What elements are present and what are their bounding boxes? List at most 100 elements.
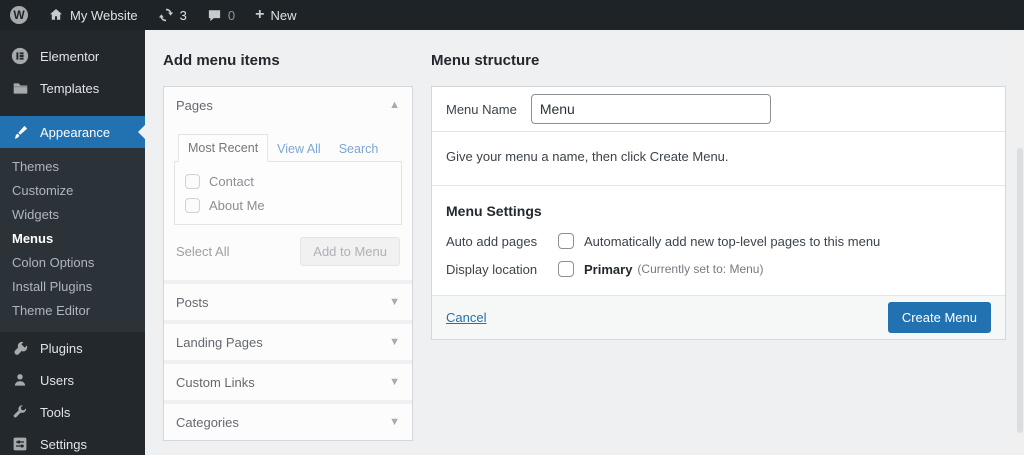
landing-pages-section-label: Landing Pages [176, 334, 263, 350]
home-icon [48, 7, 64, 23]
sidebar-item-label: Tools [40, 404, 71, 420]
sidebar-item-tools[interactable]: Tools [0, 396, 145, 428]
admin-bar: W My Website 3 0 + New [0, 0, 1024, 30]
auto-add-pages-checkbox[interactable] [558, 233, 574, 249]
pages-controls: Select All Add to Menu [174, 225, 402, 280]
submenu-item-install-plugins[interactable]: Install Plugins [0, 275, 145, 299]
menu-structure-panel: Menu Name Give your menu a name, then cl… [431, 86, 1006, 340]
folder-icon [10, 80, 30, 97]
accordion-section-pages: Pages ▲ Most Recent View All Search Cont… [164, 87, 412, 280]
sliders-icon [10, 436, 30, 452]
menu-name-row: Menu Name [432, 87, 1005, 131]
sidebar-item-settings[interactable]: Settings [0, 428, 145, 455]
accordion-section-categories: Categories ▼ [164, 400, 412, 440]
wordpress-logo-icon: W [10, 6, 28, 24]
pages-tabs: Most Recent View All Search [174, 134, 402, 162]
updates-button[interactable]: 3 [148, 0, 197, 30]
accordion-section-custom-links: Custom Links ▼ [164, 360, 412, 400]
sidebar-item-elementor[interactable]: Elementor [0, 40, 145, 72]
content-area: Add menu items Pages ▲ Most Recent View … [145, 30, 1024, 455]
appearance-submenu: Themes Customize Widgets Menus Colon Opt… [0, 148, 145, 332]
sidebar-item-users[interactable]: Users [0, 364, 145, 396]
menu-name-input[interactable] [530, 94, 771, 124]
sidebar-separator [0, 104, 145, 116]
page-item-label: About Me [209, 198, 265, 213]
new-content-button[interactable]: + New [245, 0, 306, 30]
menu-name-label: Menu Name [446, 101, 517, 117]
about-me-checkbox[interactable] [185, 198, 200, 213]
submenu-item-widgets[interactable]: Widgets [0, 203, 145, 227]
site-name-button[interactable]: My Website [38, 0, 148, 30]
paintbrush-icon [10, 124, 30, 141]
current-location-note: (Currently set to: Menu) [637, 262, 764, 276]
landing-pages-section-header[interactable]: Landing Pages ▼ [164, 324, 412, 360]
custom-links-section-label: Custom Links [176, 374, 255, 390]
cancel-link[interactable]: Cancel [446, 310, 486, 325]
primary-location-checkbox[interactable] [558, 261, 574, 277]
menu-structure-title: Menu structure [431, 52, 540, 69]
posts-section-header[interactable]: Posts ▼ [164, 284, 412, 320]
site-name-label: My Website [70, 7, 138, 23]
sidebar-item-label: Settings [40, 436, 87, 452]
accordion-section-posts: Posts ▼ [164, 280, 412, 320]
submenu-item-menus[interactable]: Menus [0, 227, 145, 251]
sidebar-item-label: Users [40, 372, 74, 388]
sidebar-item-templates[interactable]: Templates [0, 72, 145, 104]
create-menu-button[interactable]: Create Menu [887, 302, 991, 333]
posts-section-label: Posts [176, 294, 209, 310]
tab-most-recent[interactable]: Most Recent [178, 134, 269, 162]
add-to-menu-button[interactable]: Add to Menu [300, 237, 400, 266]
sidebar-item-plugins[interactable]: Plugins [0, 332, 145, 364]
primary-location-text: Primary [584, 261, 633, 277]
display-location-label: Display location [446, 261, 538, 277]
menu-settings-title: Menu Settings [446, 203, 542, 219]
menu-actions-footer: Cancel Create Menu [432, 295, 1005, 339]
page-item-about-me: About Me [185, 195, 391, 219]
elementor-icon [10, 47, 30, 65]
sidebar-item-label: Appearance [40, 124, 111, 140]
comment-icon [207, 8, 222, 23]
contact-checkbox[interactable] [185, 174, 200, 189]
user-icon [10, 372, 30, 388]
page-item-label: Contact [209, 174, 254, 189]
chevron-up-icon: ▲ [389, 99, 400, 111]
menu-items-accordion: Pages ▲ Most Recent View All Search Cont… [163, 86, 413, 441]
accordion-section-landing-pages: Landing Pages ▼ [164, 320, 412, 360]
select-all-link[interactable]: Select All [176, 244, 229, 259]
menu-helper-text: Give your menu a name, then click Create… [432, 131, 1005, 185]
scrollbar-thumb[interactable] [1017, 148, 1023, 433]
new-label: New [270, 7, 297, 23]
display-location-row: Display location Primary (Currently set … [446, 261, 991, 277]
comments-button[interactable]: 0 [197, 0, 245, 30]
admin-sidebar: Elementor Templates Appearance Themes Cu… [0, 30, 145, 455]
pages-section-body: Most Recent View All Search Contact Abou… [164, 123, 412, 280]
custom-links-section-header[interactable]: Custom Links ▼ [164, 364, 412, 400]
plus-icon: + [255, 6, 265, 23]
tab-view-all[interactable]: View All [268, 136, 330, 162]
sidebar-item-label: Elementor [40, 48, 100, 64]
submenu-item-themes[interactable]: Themes [0, 155, 145, 179]
chevron-down-icon: ▼ [389, 416, 400, 428]
plug-icon [10, 340, 30, 357]
comment-count: 0 [227, 7, 236, 23]
sidebar-item-label: Plugins [40, 340, 83, 356]
page-scrollbar [1016, 30, 1024, 455]
sidebar-item-appearance[interactable]: Appearance [0, 116, 145, 148]
sidebar-item-label: Templates [40, 80, 100, 96]
chevron-down-icon: ▼ [389, 296, 400, 308]
wrench-icon [10, 404, 30, 420]
submenu-item-colon-options[interactable]: Colon Options [0, 251, 145, 275]
categories-section-header[interactable]: Categories ▼ [164, 404, 412, 440]
chevron-down-icon: ▼ [389, 376, 400, 388]
auto-add-pages-text: Automatically add new top-level pages to… [584, 233, 881, 249]
tab-search[interactable]: Search [330, 136, 388, 162]
submenu-item-customize[interactable]: Customize [0, 179, 145, 203]
pages-section-header[interactable]: Pages ▲ [164, 87, 412, 123]
menu-settings-section: Menu Settings Auto add pages Automatical… [432, 185, 1005, 295]
updates-icon [158, 7, 174, 23]
wordpress-logo-button[interactable]: W [0, 0, 38, 30]
submenu-item-theme-editor[interactable]: Theme Editor [0, 299, 145, 323]
auto-add-pages-label: Auto add pages [446, 233, 538, 249]
categories-section-label: Categories [176, 414, 239, 430]
update-count: 3 [179, 7, 187, 23]
